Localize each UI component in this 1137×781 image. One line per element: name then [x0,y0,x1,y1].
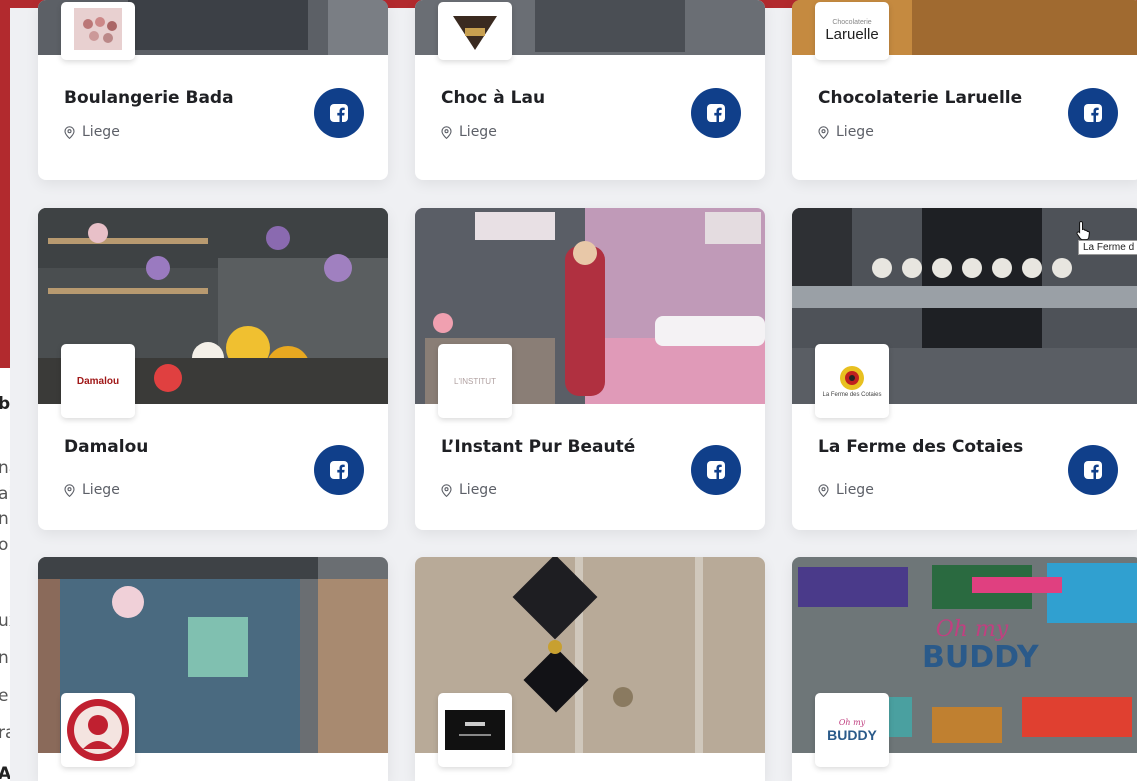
facebook-icon [1084,461,1102,479]
cut-heading: b [0,394,11,414]
shop-location: Liege [818,482,874,498]
shop-logo [438,2,512,60]
hand-cursor-icon [1076,220,1090,240]
shop-title[interactable]: Damalou [64,437,148,457]
logo-text: Laruelle [825,26,879,43]
banner-group: Oh my BUDDY [922,617,1039,675]
shop-location-label: Liege [836,482,874,498]
facebook-icon [1084,104,1102,122]
facebook-icon [707,461,725,479]
shop-logo: L'INSTITUT [438,344,512,418]
shop-location-label: Liege [459,124,497,140]
shop-location-label: Liege [836,124,874,140]
shop-card-ferme-des-cotaies[interactable]: La Ferme des Cotaies La Ferme des Cotaie… [792,208,1137,530]
facebook-button[interactable] [1068,88,1118,138]
shop-card-choc-a-lau[interactable]: Choc à Lau Liege [415,0,765,180]
cut-text-line: n [0,509,9,529]
logo-top-text: Chocolaterie [832,19,872,26]
shop-logo [61,2,135,60]
logo-text: La Ferme des Cotaies [822,392,882,398]
facebook-button[interactable] [691,88,741,138]
shop-card-boulangerie-bada[interactable]: Boulangerie Bada Liege [38,0,388,180]
shop-location-label: Liege [459,482,497,498]
shop-card-chocolaterie-laruelle[interactable]: Chocolaterie Laruelle Chocolaterie Larue… [792,0,1137,180]
facebook-button[interactable] [314,445,364,495]
logo-text: Damalou [76,375,120,387]
location-pin-icon [818,125,829,139]
shop-title[interactable]: La Ferme des Cotaies [818,437,1023,457]
facebook-button[interactable] [1068,445,1118,495]
location-pin-icon [441,125,452,139]
round-logo [67,699,129,761]
shop-location-label: Liege [82,124,120,140]
logo-text: L'INSTITUT [454,376,496,386]
shop-card[interactable] [415,557,765,781]
shop-location-label: Liege [82,482,120,498]
location-pin-icon [64,125,75,139]
tooltip: La Ferme d [1078,240,1137,255]
shop-grid-panel: Boulangerie Bada Liege Choc à Lau Liege [10,0,1137,781]
shop-location: Liege [441,482,497,498]
facebook-icon [330,104,348,122]
location-pin-icon [441,483,452,497]
shop-title[interactable]: L’Instant Pur Beauté [441,437,635,457]
shop-card-damalou[interactable]: Damalou Damalou Liege [38,208,388,530]
shop-logo [61,693,135,767]
banner-script: Oh my [935,617,1009,642]
cut-text-line: o [0,535,9,555]
banner-text: BUDDY [922,640,1039,675]
shop-logo: Oh my BUDDY [815,693,889,767]
location-pin-icon [818,483,829,497]
shop-location: Liege [64,482,120,498]
location-pin-icon [64,483,75,497]
shop-logo: Chocolaterie Laruelle [815,2,889,60]
logo-text: BUDDY [827,726,877,743]
shop-title[interactable]: Boulangerie Bada [64,88,234,108]
cut-text-line: e [0,686,9,706]
shop-location: Liege [64,124,120,140]
shop-logo: La Ferme des Cotaies [815,344,889,418]
shop-logo: Damalou [61,344,135,418]
cow-icon [840,366,864,390]
cut-text-line: n [0,648,9,668]
shop-title[interactable]: Choc à Lau [441,88,545,108]
shop-card[interactable]: Oh my BUDDY Oh my BUDDY [792,557,1137,781]
black-logo [445,710,505,750]
logo-script: Oh my [838,717,866,727]
shop-location: Liege [818,124,874,140]
facebook-icon [707,104,725,122]
facebook-button[interactable] [314,88,364,138]
shop-card[interactable] [38,557,388,781]
shop-title[interactable]: Chocolaterie Laruelle [818,88,1022,108]
shop-location: Liege [441,124,497,140]
shop-logo [438,693,512,767]
shop-card-instant-pur-beaute[interactable]: L'INSTITUT L’Instant Pur Beauté Liege [415,208,765,530]
facebook-button[interactable] [691,445,741,495]
facebook-icon [330,461,348,479]
